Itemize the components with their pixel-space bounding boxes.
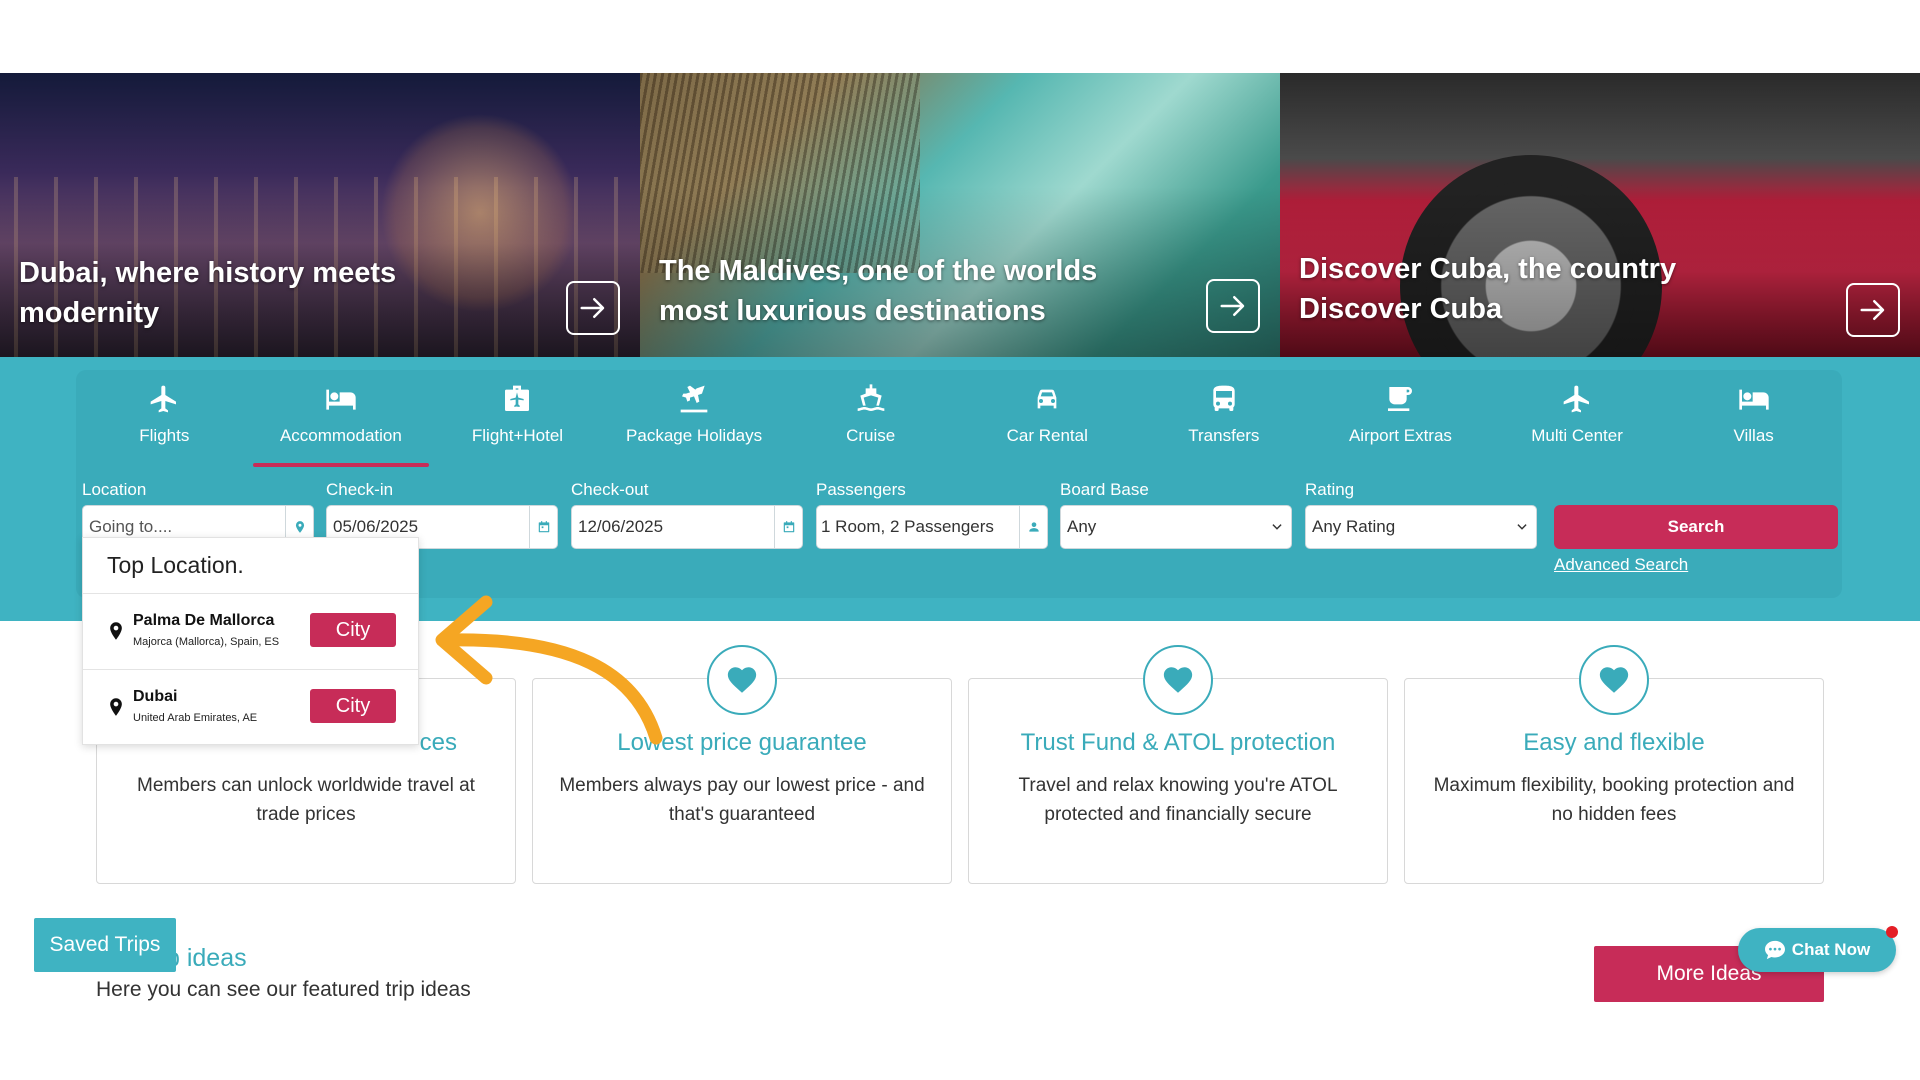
location-label: Location bbox=[82, 480, 147, 499]
chat-bubble-icon bbox=[1764, 940, 1785, 960]
tab-package-holidays[interactable]: Package Holidays bbox=[606, 370, 783, 465]
chevron-down-icon bbox=[1508, 520, 1536, 534]
car-icon bbox=[1030, 382, 1064, 416]
feature-title: Easy and flexible bbox=[1523, 729, 1705, 756]
bed-icon bbox=[324, 382, 358, 416]
location-name: Dubai bbox=[133, 688, 178, 705]
trip-ideas-subtitle: Here you can see our featured trip ideas bbox=[96, 978, 471, 1001]
plane-icon bbox=[147, 382, 181, 416]
bed-icon bbox=[1737, 382, 1771, 416]
page: Dubai, where history meets modernity The… bbox=[0, 0, 1920, 1080]
hero-title: Dubai, where history meets modernity bbox=[19, 257, 397, 329]
board-base-value: Any bbox=[1067, 517, 1097, 536]
passengers-value: 1 Room, 2 Passengers bbox=[821, 517, 994, 536]
bus-icon bbox=[1207, 382, 1241, 416]
heart-icon bbox=[1143, 645, 1213, 715]
location-subtitle: Majorca (Mallorca), Spain, ES bbox=[133, 636, 280, 648]
tab-flight-hotel[interactable]: Flight+Hotel bbox=[429, 370, 606, 465]
board-base-label: Board Base bbox=[1060, 480, 1149, 499]
passengers-field[interactable]: 1 Room, 2 Passengers bbox=[816, 505, 1048, 549]
tab-label: Car Rental bbox=[1006, 426, 1088, 445]
heart-icon bbox=[1579, 645, 1649, 715]
chat-now-label: Chat Now bbox=[1791, 940, 1871, 959]
tab-cruise[interactable]: Cruise bbox=[782, 370, 959, 465]
suitcase-icon bbox=[500, 382, 534, 416]
tab-flights[interactable]: Flights bbox=[76, 370, 253, 465]
checkout-value: 12/06/2025 bbox=[578, 517, 664, 536]
chat-now-button[interactable]: Chat Now bbox=[1738, 928, 1896, 972]
hero-card-cuba[interactable]: Discover Cuba, the country Discover Cuba bbox=[1280, 73, 1920, 357]
feature-card-flexible: Easy and flexible Maximum flexibility, b… bbox=[1404, 645, 1824, 884]
arrow-right-icon bbox=[1860, 300, 1885, 320]
location-option-palma[interactable]: Palma De Mallorca Majorca (Mallorca), Sp… bbox=[83, 594, 418, 670]
location-name: Palma De Mallorca bbox=[133, 612, 275, 629]
ship-icon bbox=[854, 382, 888, 416]
rating-value: Any Rating bbox=[1312, 517, 1396, 536]
saved-trips-button[interactable]: Saved Trips bbox=[34, 918, 176, 972]
coffee-icon bbox=[1383, 382, 1417, 416]
product-tabs: Flights Accommodation Flight+Hotel Packa… bbox=[76, 370, 1842, 467]
arrow-right-icon bbox=[1220, 296, 1245, 316]
feature-card-atol: Trust Fund & ATOL protection Travel and … bbox=[968, 645, 1388, 884]
hero-title: The Maldives, one of the worlds most lux… bbox=[659, 255, 1098, 327]
chevron-down-icon bbox=[1263, 520, 1291, 534]
hero-card-dubai[interactable]: Dubai, where history meets modernity bbox=[0, 73, 640, 357]
tab-label: Accommodation bbox=[279, 426, 402, 445]
feature-text: Travel and relax knowing you're ATOL pro… bbox=[1018, 775, 1338, 825]
arrow-right-button[interactable] bbox=[1846, 283, 1900, 337]
feature-title: Trust Fund & ATOL protection bbox=[1020, 729, 1336, 756]
person-icon[interactable] bbox=[1019, 506, 1047, 548]
tab-label: Airport Extras bbox=[1348, 426, 1452, 445]
feature-text: Members always pay our lowest price - an… bbox=[559, 775, 925, 825]
location-placeholder: Going to.... bbox=[89, 517, 173, 536]
notification-dot bbox=[1886, 926, 1898, 938]
tab-label: Package Holidays bbox=[626, 426, 763, 445]
search-button[interactable]: Search bbox=[1554, 505, 1838, 549]
annotation-arrow-icon bbox=[435, 595, 663, 745]
location-dropdown: Top Location. Palma De Mallorca Majorca … bbox=[82, 537, 419, 745]
advanced-search-link[interactable]: Advanced Search bbox=[1554, 555, 1688, 575]
dropdown-heading: Top Location. bbox=[83, 538, 418, 594]
tab-label: Transfers bbox=[1188, 426, 1260, 445]
city-badge: City bbox=[310, 613, 396, 647]
tab-label: Flights bbox=[139, 426, 190, 445]
hero-title: Discover Cuba, the country Discover Cuba bbox=[1299, 253, 1677, 325]
plane-icon bbox=[1560, 382, 1594, 416]
feature-text: Members can unlock worldwide travel at t… bbox=[137, 775, 475, 825]
location-subtitle: United Arab Emirates, AE bbox=[133, 712, 258, 724]
board-base-select[interactable]: Any bbox=[1060, 505, 1292, 549]
calendar-icon[interactable] bbox=[529, 506, 557, 548]
hero-carousel: Dubai, where history meets modernity The… bbox=[0, 73, 1920, 357]
checkout-field[interactable]: 12/06/2025 bbox=[571, 505, 803, 549]
tab-multi-center[interactable]: Multi Center bbox=[1489, 370, 1666, 465]
tab-airport-extras[interactable]: Airport Extras bbox=[1312, 370, 1489, 465]
hero-card-maldives[interactable]: The Maldives, one of the worlds most lux… bbox=[640, 73, 1280, 357]
tab-accommodation[interactable]: Accommodation bbox=[252, 370, 430, 467]
map-pin-icon bbox=[109, 622, 123, 640]
tab-label: Villas bbox=[1733, 426, 1774, 445]
feature-text: Maximum flexibility, booking protection … bbox=[1433, 775, 1795, 825]
city-badge: City bbox=[310, 689, 396, 723]
checkin-label: Check-in bbox=[326, 480, 394, 499]
trip-ideas-heading: p ideas bbox=[166, 944, 247, 972]
tab-transfers[interactable]: Transfers bbox=[1136, 370, 1313, 465]
tab-label: Multi Center bbox=[1531, 426, 1623, 445]
rating-label: Rating bbox=[1305, 480, 1355, 499]
beach-plane-icon bbox=[677, 382, 711, 416]
heart-icon bbox=[707, 645, 777, 715]
checkin-value: 05/06/2025 bbox=[333, 517, 419, 536]
rating-select[interactable]: Any Rating bbox=[1305, 505, 1537, 549]
map-pin-icon bbox=[109, 698, 123, 716]
passengers-label: Passengers bbox=[816, 480, 906, 499]
arrow-right-button[interactable] bbox=[1206, 279, 1260, 333]
tab-label: Cruise bbox=[846, 426, 896, 445]
tab-car-rental[interactable]: Car Rental bbox=[959, 370, 1136, 465]
tab-label: Flight+Hotel bbox=[471, 426, 564, 445]
arrow-right-button[interactable] bbox=[566, 281, 620, 335]
location-option-dubai[interactable]: Dubai United Arab Emirates, AE City bbox=[83, 670, 418, 746]
tab-villas[interactable]: Villas bbox=[1665, 370, 1842, 465]
calendar-icon[interactable] bbox=[774, 506, 802, 548]
arrow-right-icon bbox=[580, 298, 605, 318]
checkout-label: Check-out bbox=[571, 480, 649, 499]
